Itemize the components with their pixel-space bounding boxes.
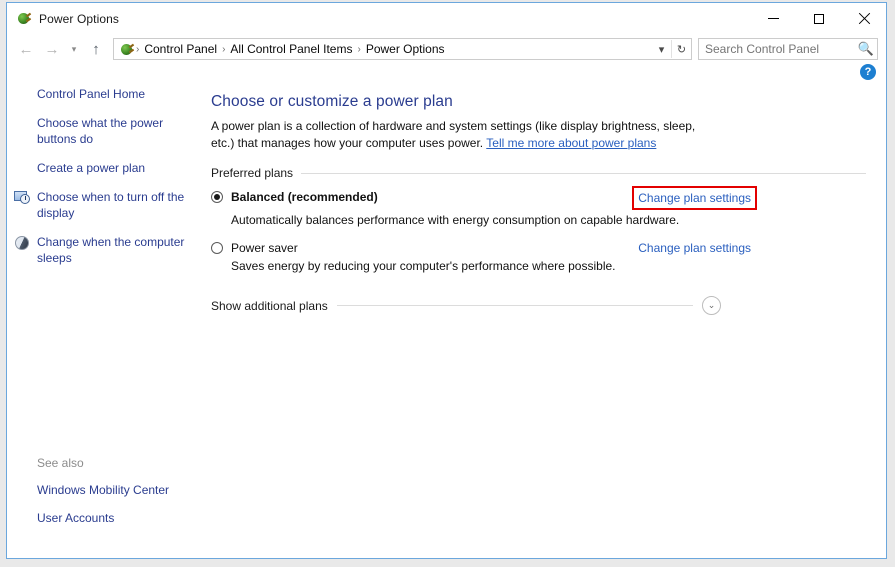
refresh-button[interactable]: ↻ [672, 39, 691, 59]
additional-divider [336, 305, 693, 306]
forward-button[interactable]: → [39, 37, 65, 61]
forward-arrow-icon: → [44, 40, 60, 58]
plan-row: Balanced (recommended) Change plan setti… [211, 186, 757, 228]
plan-name-power-saver[interactable]: Power saver [231, 240, 298, 256]
address-bar[interactable]: › Control Panel › All Control Panel Item… [113, 38, 692, 60]
power-plug-icon [15, 10, 32, 27]
sidebar-item-label: Control Panel Home [37, 87, 146, 101]
back-arrow-icon: ← [18, 40, 34, 58]
up-button[interactable]: ↑ [83, 37, 109, 61]
plan-description-balanced: Automatically balances performance with … [231, 213, 680, 227]
up-arrow-icon: ↑ [92, 40, 100, 58]
highlight-annotation: Change plan settings [632, 186, 757, 210]
power-options-window: Power Options ← → ▾ ↑ › Control Panel › … [6, 2, 887, 559]
search-input[interactable] [699, 41, 855, 57]
sidebar-item-create-power-plan[interactable]: Create a power plan [7, 160, 207, 176]
see-also-item-user-accounts[interactable]: User Accounts [37, 510, 207, 526]
change-plan-settings-balanced[interactable]: Change plan settings [638, 191, 751, 205]
title-bar-left: Power Options [7, 10, 119, 27]
moon-sleep-icon [14, 235, 30, 251]
maximize-button[interactable] [796, 3, 841, 34]
preferred-plans-label: Preferred plans [211, 166, 294, 180]
sidebar-item-label: Choose when to turn off the display [37, 190, 185, 220]
close-icon [858, 13, 870, 25]
main-content: Choose or customize a power plan A power… [203, 82, 886, 558]
display-clock-icon [14, 190, 30, 206]
plan-name-balanced[interactable]: Balanced (recommended) [231, 189, 378, 205]
power-plug-icon-small [118, 41, 135, 57]
address-dropdown-button[interactable]: ▾ [652, 39, 671, 59]
radio-balanced[interactable] [211, 191, 223, 203]
show-additional-plans-row[interactable]: Show additional plans ⌄ [211, 296, 721, 315]
sidebar-item-computer-sleeps[interactable]: Change when the computer sleeps [7, 234, 207, 266]
help-row: ? [7, 64, 886, 82]
help-icon[interactable]: ? [860, 64, 876, 80]
change-plan-settings-power-saver[interactable]: Change plan settings [638, 240, 751, 256]
sidebar-item-label: Change when the computer sleeps [37, 235, 185, 265]
see-also-section: See also Windows Mobility Center User Ac… [7, 456, 203, 538]
close-button[interactable] [841, 3, 886, 34]
sidebar-item-control-panel-home[interactable]: Control Panel Home [7, 86, 207, 102]
window-title: Power Options [39, 11, 120, 26]
intro-paragraph: A power plan is a collection of hardware… [211, 118, 719, 152]
see-also-item-label: User Accounts [37, 511, 115, 525]
plan-description-power-saver: Saves energy by reducing your computer's… [231, 259, 616, 273]
sidebar-item-turn-off-display[interactable]: Choose when to turn off the display [7, 189, 207, 221]
sidebar-item-label: Create a power plan [37, 161, 146, 175]
see-also-item-windows-mobility-center[interactable]: Windows Mobility Center [37, 482, 207, 498]
breadcrumb-item-power-options[interactable]: Power Options [361, 42, 450, 56]
chevron-down-icon: ▾ [71, 43, 77, 54]
chevron-down-icon[interactable]: ⌄ [702, 296, 721, 315]
see-also-item-label: Windows Mobility Center [37, 483, 170, 497]
tell-me-more-link[interactable]: Tell me more about power plans [486, 136, 656, 150]
page-title: Choose or customize a power plan [211, 93, 453, 110]
title-bar: Power Options [7, 3, 886, 34]
sidebar-item-label: Choose what the power buttons do [37, 116, 164, 146]
see-also-title: See also [37, 456, 84, 470]
window-controls [751, 3, 886, 34]
maximize-icon [813, 13, 824, 24]
refresh-icon: ↻ [676, 43, 687, 56]
recent-locations-button[interactable]: ▾ [65, 37, 83, 61]
plan-row: Power saver Change plan settings Saves e… [211, 240, 751, 274]
radio-power-saver[interactable] [211, 242, 223, 254]
breadcrumb-item-all-control-panel-items[interactable]: All Control Panel Items [225, 42, 357, 56]
back-button[interactable]: ← [13, 37, 39, 61]
breadcrumb: › Control Panel › All Control Panel Item… [114, 41, 652, 57]
sidebar-item-choose-power-buttons[interactable]: Choose what the power buttons do [7, 115, 207, 147]
minimize-icon [768, 18, 779, 19]
preferred-plans-group-header: Preferred plans [211, 166, 866, 180]
window-body: Control Panel Home Choose what the power… [7, 82, 886, 558]
sidebar: Control Panel Home Choose what the power… [7, 82, 203, 558]
breadcrumb-item-control-panel[interactable]: Control Panel [139, 42, 222, 56]
group-divider [301, 172, 866, 174]
search-icon: 🔍 [857, 41, 875, 56]
navigation-toolbar: ← → ▾ ↑ › Control Panel › All Control Pa… [7, 34, 886, 64]
minimize-button[interactable] [751, 3, 796, 34]
search-box[interactable]: 🔍 [698, 38, 878, 60]
chevron-down-icon: ▾ [658, 43, 665, 56]
show-additional-plans-label[interactable]: Show additional plans [211, 299, 328, 313]
